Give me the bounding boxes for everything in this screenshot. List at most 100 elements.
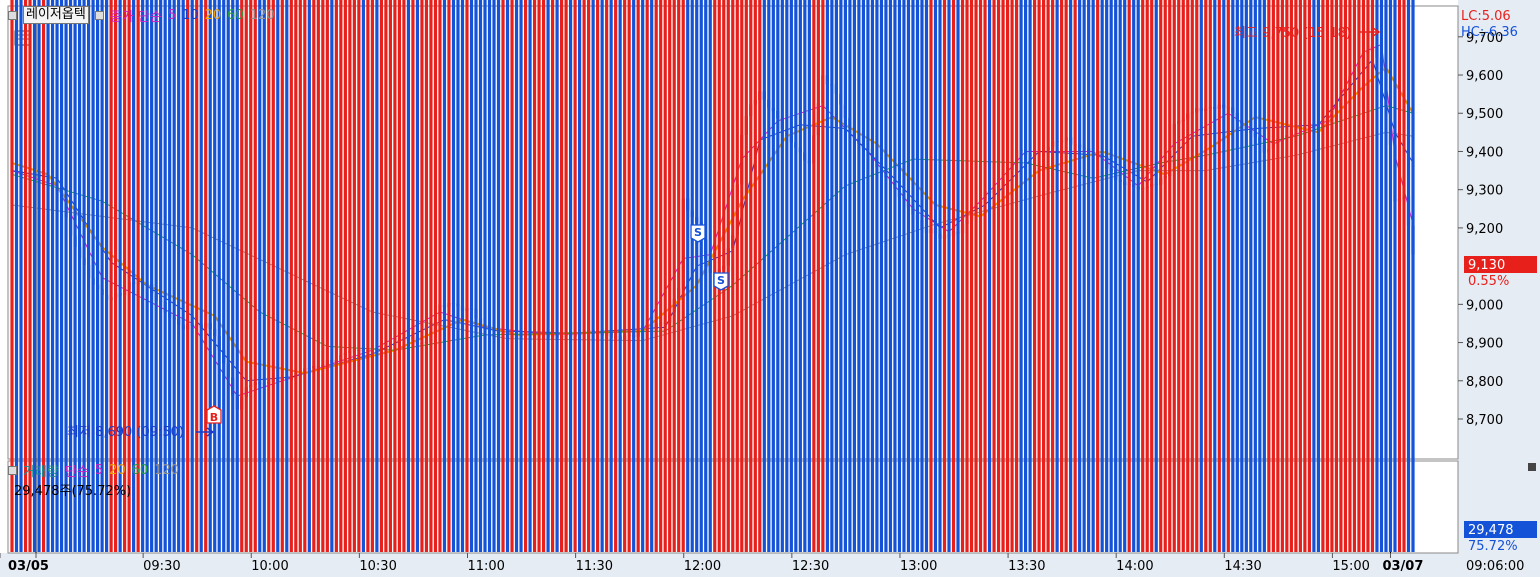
volume-bar [402,0,406,552]
volume-bar [1141,0,1145,552]
volume-bar [591,0,595,552]
volume-close-icon[interactable] [1528,463,1536,471]
volume-bar [321,0,325,553]
volume-bar [771,0,775,552]
volume-bar [222,0,226,552]
volume-bar [1114,0,1118,553]
volume-bar [879,0,884,552]
volume-bar [483,0,487,552]
volume-bar [1402,0,1406,552]
volume-bar [839,0,843,552]
volume-bar [1005,0,1010,553]
current-volume: 29,478 [1468,523,1514,538]
volume-bar [978,0,983,552]
x-tick-label: 12:00 [684,559,721,574]
volume-bar [1082,0,1086,553]
volume-bar [843,0,847,552]
volume-bar [514,0,519,552]
volume-bar [226,0,230,552]
volume-bar [537,0,541,552]
volume-bar [573,0,577,552]
volume-bar [235,0,239,552]
time-axis-panel [0,553,1540,577]
volume-bar [1235,0,1239,552]
volume-bar [870,0,875,552]
volume-bar [1055,0,1059,552]
y-tick-label: 8,700 [1466,413,1503,428]
legend-toggle-icon[interactable] [8,465,17,475]
volume-bar [762,0,766,552]
volume-bar [749,0,753,552]
volume-bar [289,0,293,552]
volume-bar [875,0,879,552]
volume-bar [1244,0,1248,552]
volume-bar [348,0,352,552]
volume-bar [406,0,411,552]
volume-bar [758,0,762,552]
volume-bar [496,0,501,552]
volume-bar [199,0,203,552]
volume-bar [627,0,631,552]
volume-bar [1366,0,1370,553]
volume-bar [1186,0,1190,552]
volume-bar [866,0,870,552]
volume-bar [244,0,248,552]
volume-bar [1177,0,1181,552]
volume-bar [1280,0,1284,553]
volume-bar [411,0,415,553]
legend-toggle-icon[interactable] [8,10,17,20]
volume-bar [983,0,987,552]
volume-bar [379,0,383,552]
volume-bar [352,0,356,553]
volume-bar [735,0,739,552]
volume-bar [357,0,361,552]
volume-ma-5: 5 [94,462,104,478]
volume-bar [1411,0,1415,552]
volume-bar [294,0,298,552]
volume-bar [523,0,528,552]
volume-bar [1213,0,1217,552]
volume-bar [902,0,906,552]
volume-bar [307,0,311,552]
volume-bar [1145,0,1149,552]
volume-bar [325,0,329,553]
volume-bar [636,0,640,552]
volume-bar [965,0,969,552]
ma-period-120: 120 [249,7,275,23]
buy-signal-marker-label: B [210,411,218,424]
volume-bar [947,0,951,552]
volume-bar [969,0,974,552]
volume-bar [785,0,789,552]
volume-bar [1078,0,1082,552]
volume-readout: 29,478주(75.72%) [14,484,132,499]
volume-bar [812,0,816,552]
volume-bar [938,0,942,552]
volume-bar [605,0,609,553]
volume-ma-120: 120 [154,462,180,478]
volume-bar [1168,0,1172,552]
volume-bar [1348,0,1352,553]
volume-bar [213,0,217,552]
volume-bar [280,0,284,552]
volume-bar [582,0,586,552]
volume-bar [1375,0,1379,552]
volume-bar [1289,0,1293,552]
legend-toggle-icon[interactable] [94,10,104,20]
volume-bar [1384,0,1388,552]
volume-bar [1023,0,1028,552]
volume-bar [830,0,834,552]
volume-bar [1240,0,1244,553]
volume-bar [780,0,784,552]
volume-bar [1258,0,1262,552]
volume-bar [1379,0,1384,552]
volume-bar [370,0,374,552]
chart-canvas[interactable]: 9,7009,6009,5009,4009,3009,2009,0008,900… [0,0,1540,577]
stock-name[interactable]: 레이저옵텍 [23,6,89,24]
volume-bar [924,0,929,552]
volume-bar [690,0,694,552]
volume-bar [1208,0,1212,552]
volume-bar [217,0,221,553]
volume-bar [1028,0,1032,552]
volume-bar [1249,0,1253,553]
volume-bar [960,0,965,552]
